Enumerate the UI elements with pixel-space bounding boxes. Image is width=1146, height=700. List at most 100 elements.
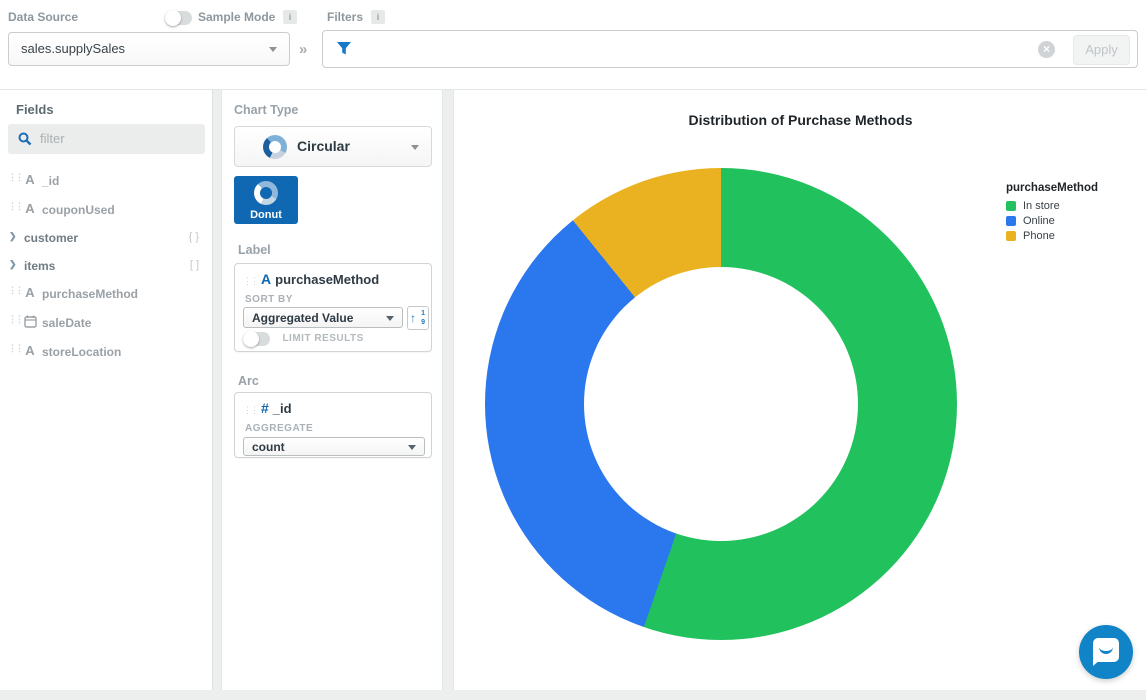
drag-handle-icon: ⋮⋮ <box>8 343 22 354</box>
sample-mode-label: Sample Mode <box>198 10 275 24</box>
label-section-heading: Label <box>238 243 271 257</box>
donut-chart[interactable] <box>485 168 957 640</box>
sort-arrow-icon: ↑ <box>410 311 416 325</box>
field-label: items <box>24 259 55 273</box>
limit-results-row: LIMIT RESULTS <box>243 330 364 348</box>
donut-subtype-label: Donut <box>234 209 298 221</box>
arc-encoding-card: ⋮⋮ # _id AGGREGATE count <box>234 392 432 458</box>
field-row-saledate[interactable]: ⋮⋮ saleDate <box>0 311 213 333</box>
string-type-icon: A <box>22 201 38 216</box>
funnel-icon <box>336 41 352 56</box>
double-chevron-icon: » <box>299 41 307 58</box>
field-label: storeLocation <box>42 345 121 359</box>
chevron-right-icon[interactable]: ❯ <box>9 259 17 270</box>
donut-subtype-tile[interactable]: Donut <box>234 176 298 224</box>
arc-field-name: _id <box>273 401 292 416</box>
field-row-id[interactable]: ⋮⋮ A _id <box>0 169 213 191</box>
chart-type-heading: Chart Type <box>234 103 298 117</box>
fields-panel-title: Fields <box>16 102 54 117</box>
legend-item[interactable]: Online <box>1006 213 1098 228</box>
apply-button[interactable]: Apply <box>1073 35 1130 65</box>
array-type-badge: [ ] <box>190 259 199 271</box>
chart-builder-panel: Chart Type Circular Donut Label ⋮⋮ Apurch… <box>221 90 443 690</box>
filters-label: Filters <box>327 10 363 24</box>
aggregate-dropdown[interactable]: count <box>243 437 425 456</box>
field-label: _id <box>42 174 59 188</box>
drag-handle-icon: ⋮⋮ <box>8 201 22 212</box>
legend-label: Online <box>1023 215 1055 227</box>
field-row-customer[interactable]: ❯ customer { } <box>0 226 213 248</box>
chevron-down-icon <box>269 47 277 52</box>
clear-filter-icon[interactable]: × <box>1038 41 1055 58</box>
sample-mode-toggle[interactable] <box>165 11 192 25</box>
smile-icon <box>1099 647 1113 654</box>
data-source-value: sales.supplySales <box>21 41 125 56</box>
string-type-icon: A <box>261 271 271 287</box>
legend-title: purchaseMethod <box>1006 182 1098 194</box>
field-row-storelocation[interactable]: ⋮⋮ A storeLocation <box>0 340 213 362</box>
field-label: customer <box>24 231 78 245</box>
chart-type-value: Circular <box>297 138 350 154</box>
limit-results-toggle[interactable] <box>243 332 270 346</box>
field-label: purchaseMethod <box>42 287 138 301</box>
top-toolbar: Data Source Sample Mode i Filters i sale… <box>0 0 1146 90</box>
string-type-icon: A <box>22 172 38 187</box>
limit-results-label: LIMIT RESULTS <box>282 333 363 344</box>
sample-mode-info-icon[interactable]: i <box>283 10 297 24</box>
field-label: couponUsed <box>42 203 115 217</box>
legend-swatch <box>1006 201 1016 211</box>
arc-section-heading: Arc <box>238 374 259 388</box>
donut-hole <box>584 267 858 541</box>
calendar-icon <box>22 314 38 331</box>
string-type-icon: A <box>22 285 38 300</box>
aggregate-value: count <box>252 440 285 454</box>
chevron-down-icon <box>386 316 394 321</box>
toggle-knob <box>165 10 181 26</box>
filter-query-bar: × Apply <box>322 30 1138 68</box>
sort-by-label: SORT BY <box>245 294 293 305</box>
donut-chart-icon <box>254 181 278 205</box>
number-type-icon: # <box>261 400 269 416</box>
arc-field-chip[interactable]: ⋮⋮ # _id <box>243 400 292 418</box>
legend-item[interactable]: Phone <box>1006 228 1098 243</box>
string-type-icon: A <box>22 343 38 358</box>
drag-handle-icon: ⋮⋮ <box>243 276 257 286</box>
chart-legend: purchaseMethod In store Online Phone <box>1006 182 1098 243</box>
filters-info-icon[interactable]: i <box>371 10 385 24</box>
fields-filter-input[interactable] <box>40 125 198 152</box>
legend-swatch <box>1006 216 1016 226</box>
chart-type-dropdown[interactable]: Circular <box>234 126 432 167</box>
drag-handle-icon: ⋮⋮ <box>8 172 22 183</box>
legend-swatch <box>1006 231 1016 241</box>
legend-item[interactable]: In store <box>1006 198 1098 213</box>
aggregate-label: AGGREGATE <box>245 423 313 434</box>
drag-handle-icon: ⋮⋮ <box>8 314 22 325</box>
legend-label: In store <box>1023 200 1060 212</box>
fields-filter-box <box>8 124 205 154</box>
field-row-couponused[interactable]: ⋮⋮ A couponUsed <box>0 198 213 220</box>
drag-handle-icon: ⋮⋮ <box>8 285 22 296</box>
chevron-down-icon <box>408 445 416 450</box>
circular-chart-icon <box>263 135 287 159</box>
chevron-down-icon <box>411 145 419 150</box>
label-field-name: purchaseMethod <box>275 272 379 287</box>
chat-launcher-button[interactable] <box>1079 625 1133 679</box>
field-label: saleDate <box>42 316 91 330</box>
sort-order-button[interactable]: ↑ 19 <box>407 306 429 330</box>
label-field-chip[interactable]: ⋮⋮ ApurchaseMethod <box>243 271 379 289</box>
legend-label: Phone <box>1023 230 1055 242</box>
sort-by-dropdown[interactable]: Aggregated Value <box>243 307 403 328</box>
field-row-items[interactable]: ❯ items [ ] <box>0 254 213 276</box>
data-source-label: Data Source <box>8 10 78 24</box>
filter-query-input[interactable] <box>359 33 1019 65</box>
data-source-dropdown[interactable]: sales.supplySales <box>8 32 290 66</box>
chart-title: Distribution of Purchase Methods <box>454 112 1146 128</box>
chart-preview-panel: Distribution of Purchase Methods purchas… <box>453 90 1146 690</box>
sort-by-value: Aggregated Value <box>252 311 353 325</box>
sort-numeric-icon: 19 <box>421 309 425 327</box>
field-row-purchasemethod[interactable]: ⋮⋮ A purchaseMethod <box>0 282 213 304</box>
search-icon <box>18 132 32 146</box>
fields-panel: Fields ⋮⋮ A _id ⋮⋮ A couponUsed ❯ custom… <box>0 90 213 690</box>
chevron-right-icon[interactable]: ❯ <box>9 231 17 242</box>
drag-handle-icon: ⋮⋮ <box>243 405 257 415</box>
